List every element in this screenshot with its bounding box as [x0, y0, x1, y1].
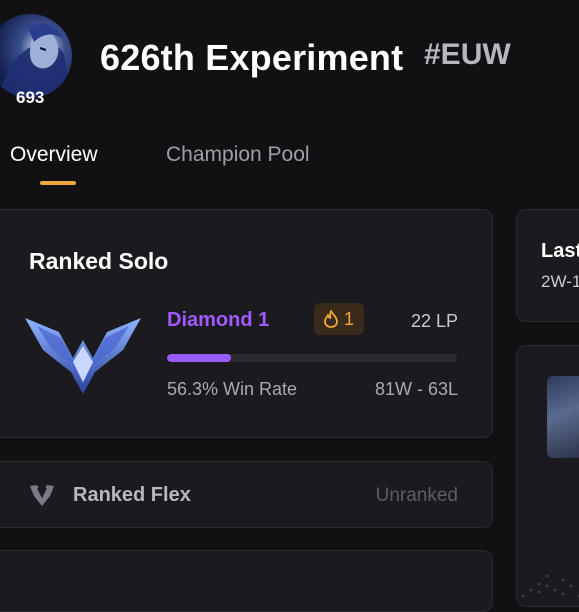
tab-champion-pool[interactable]: Champion Pool	[166, 143, 310, 167]
ranked-flex-title: Ranked Flex	[73, 484, 191, 507]
diamond-emblem-icon	[23, 310, 143, 400]
last-games-title: Last	[541, 240, 579, 263]
league-points: 22 LP	[411, 311, 458, 332]
avatar	[0, 14, 72, 98]
flame-icon	[324, 310, 338, 328]
ranked-flex-crest-icon	[29, 482, 55, 508]
next-card	[0, 550, 493, 612]
last-games-card[interactable]: Last 2W-1	[516, 209, 579, 322]
last-games-record: 2W-1	[541, 272, 579, 292]
rank-tier: Diamond 1	[167, 309, 269, 332]
active-tab-indicator	[40, 181, 76, 185]
win-loss-record: 81W - 63L	[375, 379, 458, 400]
ranked-solo-title: Ranked Solo	[29, 248, 168, 275]
win-rate: 56.3% Win Rate	[167, 379, 297, 400]
champion-card[interactable]	[516, 345, 579, 607]
summoner-tag: #EUW	[424, 38, 511, 72]
ranked-solo-card: Ranked Solo Diamond 1 1 22 LP 56.3% Win …	[0, 209, 493, 438]
summoner-name: 626th Experiment	[100, 37, 403, 79]
champion-thumbnail	[547, 376, 579, 458]
ranked-flex-status: Unranked	[376, 485, 458, 507]
lp-progress-fill	[167, 354, 231, 362]
summoner-level: 693	[16, 88, 44, 108]
tab-overview[interactable]: Overview	[10, 143, 98, 167]
activity-dots	[517, 546, 579, 606]
ranked-flex-card[interactable]: Ranked Flex Unranked	[0, 461, 493, 528]
lp-progress-bar	[167, 354, 457, 362]
win-streak-badge: 1	[314, 303, 364, 335]
streak-count: 1	[344, 309, 354, 330]
